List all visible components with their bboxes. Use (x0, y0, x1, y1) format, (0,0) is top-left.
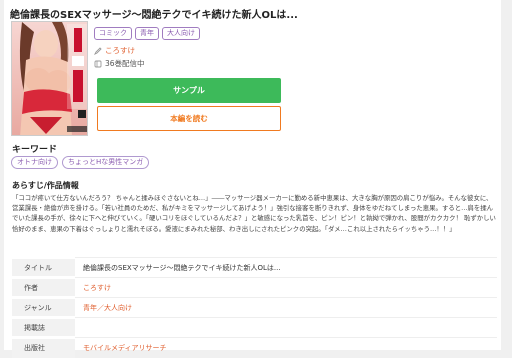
sample-button[interactable]: サンプル (97, 78, 281, 103)
book-detail-card: 絶倫課長のSEXマッサージ～悶絶テクでイキ続けた新人OLは... コミック 青年… (4, 0, 501, 358)
info-value-author-link[interactable]: ころすけ (75, 277, 497, 298)
book-cover-image[interactable] (11, 21, 88, 136)
info-value-title: 絶倫課長のSEXマッサージ～悶絶テクでイキ続けた新人OLは... (75, 257, 497, 278)
info-value-magazine (75, 317, 497, 338)
author-name[interactable]: ころすけ (105, 45, 135, 56)
keyword-mens-manga[interactable]: ちょっとHな男性マンガ (62, 156, 150, 169)
author-line[interactable]: ころすけ (94, 45, 135, 56)
keyword-adult[interactable]: オトナ向け (11, 156, 58, 169)
info-row-magazine: 掲載誌 (12, 316, 497, 338)
book-info-table: タイトル 絶倫課長のSEXマッサージ～悶絶テクでイキ続けた新人OLは... 作者… (12, 256, 497, 358)
pen-icon (94, 46, 102, 55)
read-full-button[interactable]: 本編を読む (97, 106, 281, 131)
info-label: 作者 (12, 276, 75, 298)
keyword-list: オトナ向け ちょっとHな男性マンガ (11, 156, 150, 169)
info-row-author: 作者 ころすけ (12, 276, 497, 298)
book-title: 絶倫課長のSEXマッサージ～悶絶テクでイキ続けた新人OLは... (10, 10, 298, 21)
genre-tags: コミック 青年 大人向け (94, 27, 200, 40)
keywords-heading: キーワード (12, 145, 58, 155)
info-row-title: タイトル 絶倫課長のSEXマッサージ～悶絶テクでイキ続けた新人OLは... (12, 256, 497, 278)
book-stack-icon (94, 60, 102, 68)
synopsis-text: 「ココが疼いて仕方ないんだろう？ ちゃんと揉みほぐさないとね…」――マッサージ器… (12, 194, 496, 233)
info-row-publisher: 出版社 モバイルメディアリサーチ (12, 336, 497, 358)
genre-tag-adult[interactable]: 大人向け (162, 27, 200, 40)
delivery-count: 36巻配信中 (105, 59, 145, 68)
info-label: 出版社 (12, 336, 75, 358)
info-label: ジャンル (12, 296, 75, 318)
genre-tag-seinen[interactable]: 青年 (135, 27, 159, 40)
info-row-genre: ジャンル 青年／大人向け (12, 296, 497, 318)
genre-tag-comic[interactable]: コミック (94, 27, 132, 40)
delivery-count-line: 36巻配信中 (94, 58, 145, 69)
info-value-publisher-link[interactable]: モバイルメディアリサーチ (75, 337, 497, 358)
info-value-genre-link[interactable]: 青年／大人向け (75, 297, 497, 318)
synopsis-heading: あらすじ/作品情報 (12, 181, 79, 190)
info-label: タイトル (12, 256, 75, 278)
info-label: 掲載誌 (12, 316, 75, 338)
